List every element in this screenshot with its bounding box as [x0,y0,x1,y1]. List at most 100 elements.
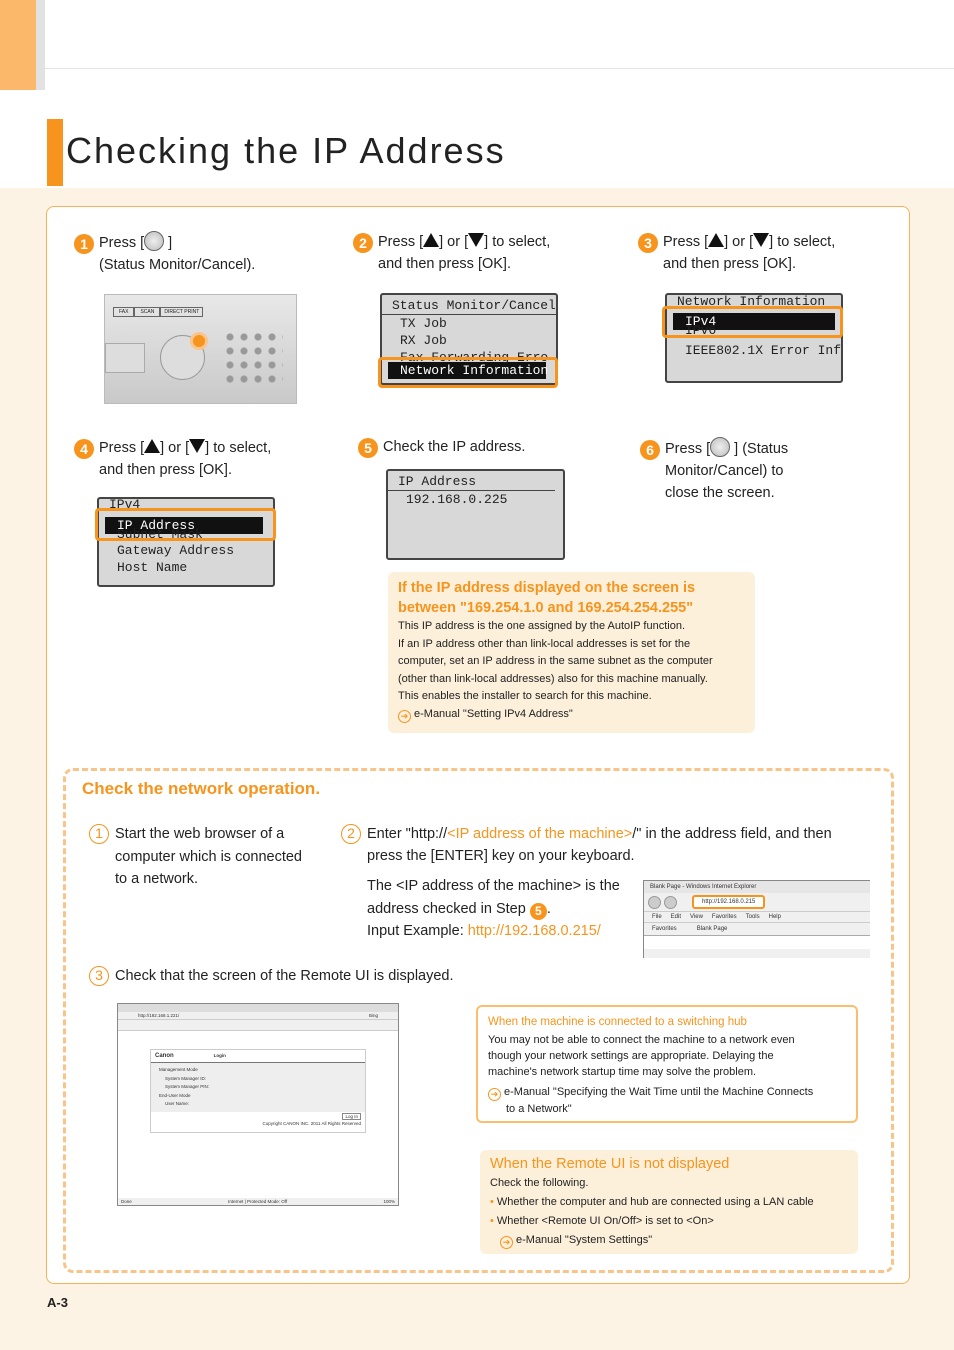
lcd-row: IP Address [388,473,555,491]
control-panel-image: FAX SCAN DIRECT PRINT [104,294,297,404]
header-rule [45,68,954,69]
toolbars [118,1019,398,1031]
step-text: and then press [OK]. [663,256,796,272]
step-5: 5 Check the IP address. [358,436,525,458]
step-text: address checked in Step [367,900,526,917]
step-number: 1 [74,234,94,254]
up-arrow-icon [144,439,161,453]
lcd-row: IPv4 [109,497,141,512]
step-3: 3 Press [] or [] to select, and then pres… [638,231,835,275]
step-text: Press [ [99,235,145,251]
panel-mode-buttons: FAX SCAN DIRECT PRINT [113,307,204,317]
note-text: though your network settings are appropr… [488,1050,774,1062]
link-text: e-Manual "System Settings" [516,1234,653,1246]
note-text: Check the following. [490,1177,589,1189]
step-6: 6 Press [ ] (Status Monitor/Cancel) to cl… [640,437,788,504]
note-manual-link[interactable]: ➔ e-Manual "System Settings" [500,1231,848,1250]
section-title: Check the network operation. [82,779,321,798]
tip-text: computer, set an IP address in the same … [398,655,713,667]
menu-favorites[interactable]: Favorites [712,914,737,920]
corner-tab [0,0,36,90]
corner-tab-edge [36,0,45,90]
note-text: machine's network startup time may solve… [488,1066,757,1078]
management-mode-radio[interactable]: Management Mode [159,1066,357,1075]
section-step-2-detail: The <IP address of the machine> is the a… [367,875,620,943]
remote-ui-screenshot: http://192.168.1.221/Bing Canon Login Man… [117,1003,399,1206]
browser-content: Canon Login Management Mode System Manage… [118,1031,398,1198]
step-2: 2 Press [] or [] to select, and then pres… [353,231,550,275]
menu-help[interactable]: Help [769,914,781,920]
step-text: close the screen. [665,485,775,501]
step-text: Press [ [665,441,711,457]
highlight-frame [95,508,276,541]
menu-file[interactable]: File [652,914,662,920]
lcd-row: Host Name [117,560,188,575]
browser-tab[interactable]: Blank Page [697,926,728,932]
status-monitor-key-highlight [193,335,205,347]
browser-nav: http://192.168.0.215 [644,893,870,911]
link-text: e-Manual "Setting IPv4 Address" [414,707,573,720]
ip-placeholder: <IP address of the machine> [447,826,633,842]
fax-key: FAX [113,307,135,317]
ie-address-screenshot: Blank Page - Windows Internet Explorer h… [643,880,870,958]
direct-print-key: DIRECT PRINT [160,307,204,317]
bullet-text: Whether the computer and hub are connect… [496,1196,814,1208]
menu-tools[interactable]: Tools [746,914,760,920]
browser-title [118,1004,398,1012]
zoom-level[interactable]: 100% [383,1199,395,1204]
lcd-row: TX Job [400,316,447,331]
login-title: Login [213,1053,226,1058]
tip-manual-link[interactable]: ➔ e-Manual "Setting IPv4 Address" [398,706,745,724]
step-text: . [546,900,551,917]
end-user-mode-radio[interactable]: End-User Mode [159,1092,357,1101]
browser-title: Blank Page - Windows Internet Explorer [644,881,870,893]
step-number: 3 [89,966,109,986]
note-manual-link[interactable]: ➔ e-Manual "Specifying the Wait Time unti… [488,1084,846,1117]
favorites-bar: Favorites Blank Page [644,922,870,935]
lcd-row: Status Monitor/Cancel [382,297,556,315]
step-text: Check the IP address. [383,439,526,455]
step-text: to a network. [115,871,199,887]
page-title: Checking the IP Address [66,130,506,171]
bullet-text: Whether <Remote UI On/Off> is set to <On… [496,1215,714,1227]
address-bar[interactable]: http://192.168.0.215 [692,895,766,909]
step-number: 6 [640,440,660,460]
forward-icon [664,895,677,909]
switching-hub-note: When the machine is connected to a switc… [476,1005,858,1123]
status-monitor-button-icon [710,437,731,457]
remote-ui-not-displayed-note: When the Remote UI is not displayed Chec… [480,1150,858,1254]
step-text: Check that the screen of the Remote UI i… [115,968,454,984]
note-text: You may not be able to connect the machi… [488,1034,795,1046]
down-arrow-icon [753,233,770,247]
login-panel: Canon Login Management Mode System Manage… [150,1049,366,1133]
step-text: Monitor/Cancel) to [665,463,784,479]
search-box[interactable]: Bing [369,1013,378,1018]
tip-text: This enables the installer to search for… [398,690,652,702]
step-4: 4 Press [] or [] to select, and then pres… [74,437,271,481]
lcd-row: Network Information [677,294,826,309]
login-button[interactable]: Log In [342,1112,361,1120]
step-text: Press [ [99,440,145,456]
title-bar [47,119,63,186]
lcd-row: Gateway Address [117,543,235,558]
step-text: ] (Status [734,441,789,457]
tip-text: If an IP address other than link-local a… [398,637,691,650]
step-text: (Status Monitor/Cancel). [99,257,256,273]
step-text: ] or [ [439,234,469,250]
step-text: computer which is connected [115,848,302,865]
zone-text: Internet | Protected Mode: Off [228,1199,288,1204]
manager-id-label: System Manager ID: [165,1075,207,1081]
bullet-item: • Whether the computer and hub are conne… [490,1196,814,1208]
up-arrow-icon [708,233,725,247]
section-step-1: 1 Start the web browser of a computer whi… [89,823,302,891]
lcd-row: RX Job [400,333,447,348]
menu-view[interactable]: View [690,914,703,920]
status-bar: Done Internet | Protected Mode: Off 100% [118,1198,398,1205]
step-number: 2 [353,233,373,253]
menu-edit[interactable]: Edit [671,914,681,920]
step-text: /" in the address field, and then [632,826,832,842]
address-bar[interactable]: http://192.168.1.221/ [138,1013,179,1018]
favorites-button[interactable]: Favorites [652,926,677,932]
copyright: Copyright CANON INC. 2011 All Rights Res… [262,1120,361,1126]
lcd-ip-address: IP Address 192.168.0.225 [386,469,565,560]
